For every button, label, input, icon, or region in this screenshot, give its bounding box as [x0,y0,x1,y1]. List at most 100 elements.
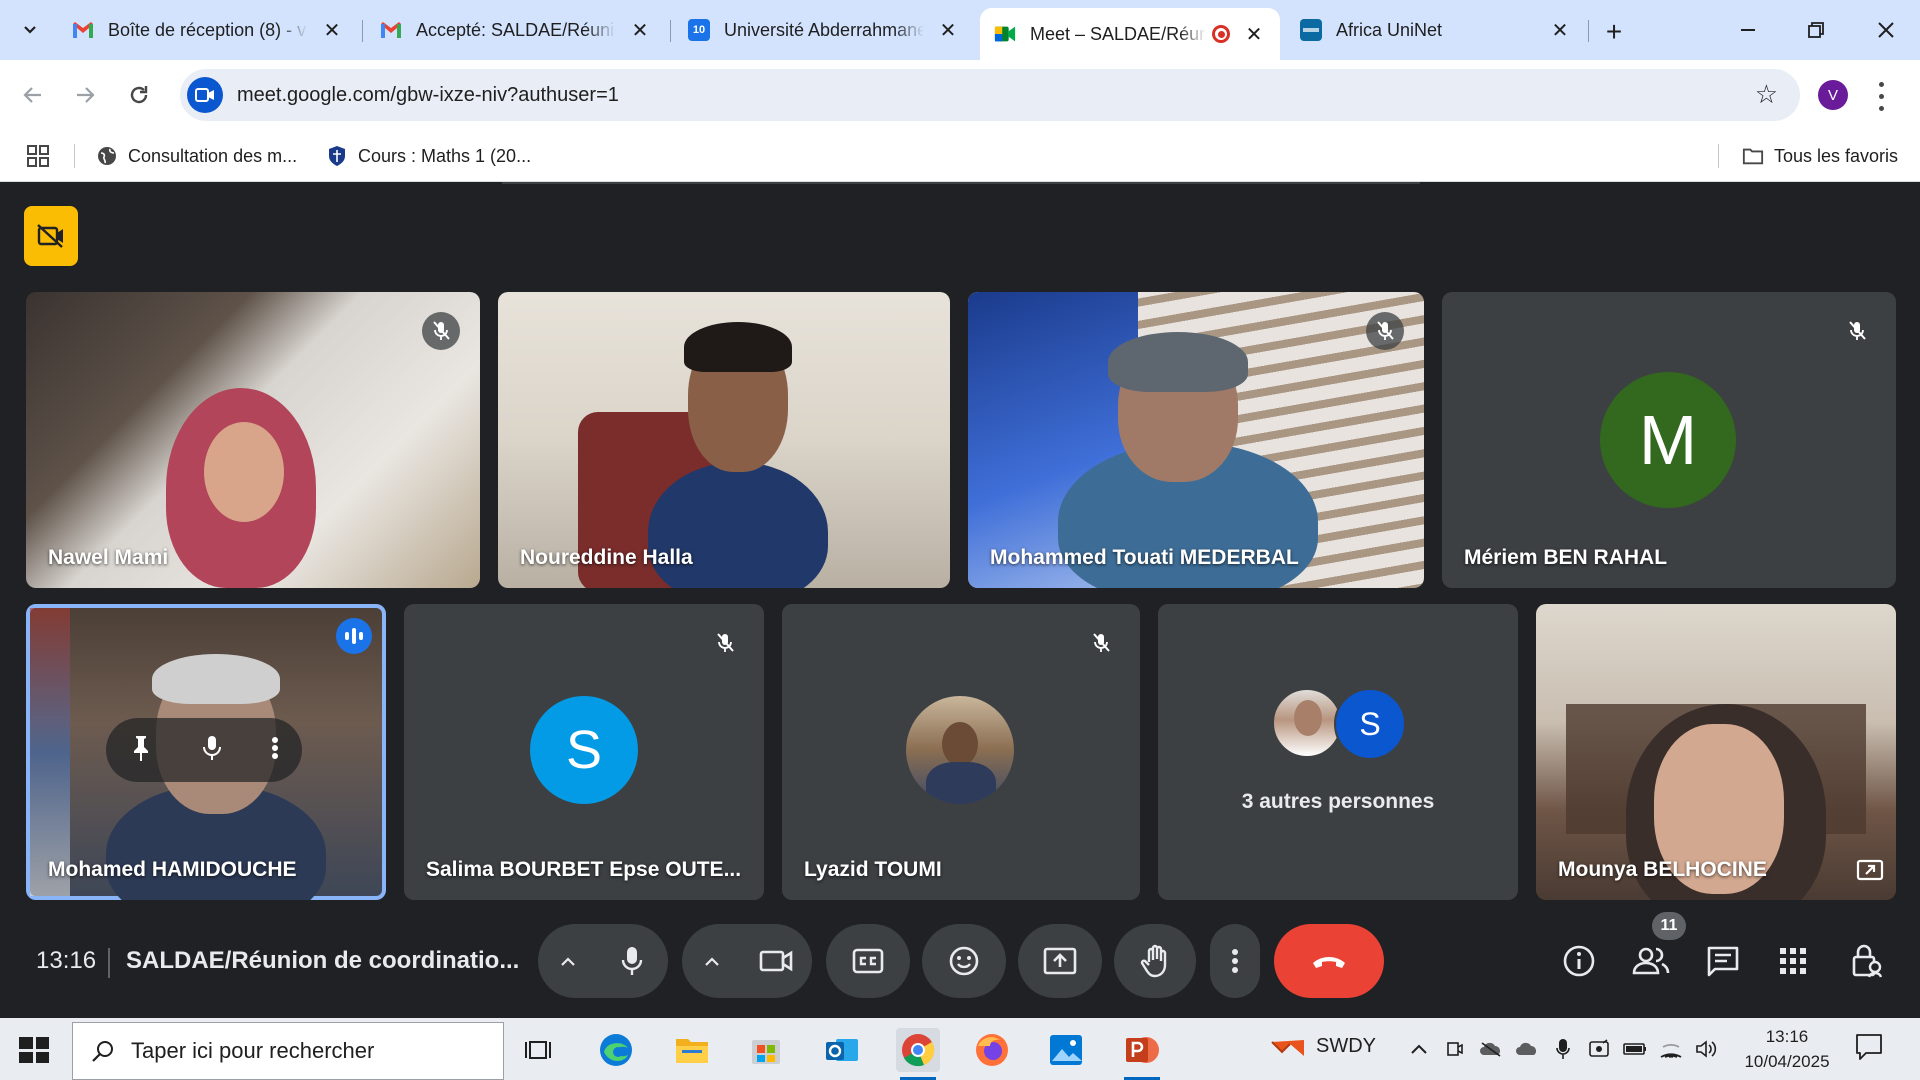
notification-center-button[interactable] [1854,1032,1890,1066]
photos-app[interactable] [1044,1028,1088,1072]
mic-icon [621,947,643,975]
firefox-app[interactable] [970,1028,1014,1072]
mic-off-icon [1082,624,1120,662]
new-tab-button[interactable]: + [1596,14,1632,50]
participant-tile-hamidouche[interactable]: Mohamed HAMIDOUCHE [26,604,386,900]
tab-label: Université Abderrahmane [724,19,924,40]
battery-icon[interactable] [1622,1036,1648,1062]
back-button[interactable] [12,74,54,116]
taskbar-search-box[interactable]: Taper ici pour rechercher [72,1022,504,1080]
audio-settings-chevron-icon[interactable] [539,951,597,972]
raise-hand-button[interactable] [1114,924,1196,998]
profile-avatar[interactable]: V [1818,80,1848,110]
microphone-tray-icon[interactable] [1550,1036,1576,1062]
close-icon[interactable]: ✕ [628,18,652,42]
folder-icon [1742,145,1764,167]
participant-tile-mounya[interactable]: Mounya BELHOCINE [1536,604,1896,900]
powerpoint-app[interactable] [1120,1028,1164,1080]
more-options-icon[interactable] [271,734,279,767]
chevron-down-icon [24,26,36,34]
participant-tile-lyazid[interactable]: Lyazid TOUMI [782,604,1140,900]
apps-button[interactable] [26,140,50,172]
close-icon[interactable]: ✕ [1242,22,1266,46]
stock-trend-icon [1271,1040,1304,1056]
participant-tile-noureddine[interactable]: Noureddine Halla [498,292,950,588]
close-icon[interactable]: ✕ [320,18,344,42]
camera-button[interactable] [741,926,811,996]
host-controls-badge[interactable] [24,206,78,266]
tab-search-button[interactable] [12,12,48,48]
minimize-icon [1741,29,1755,31]
file-explorer-app[interactable] [670,1028,714,1072]
tab-meet[interactable]: Meet – SALDAE/Réun ✕ [980,8,1280,60]
close-window-button[interactable] [1856,8,1916,52]
participant-tile-meriem[interactable]: M Mériem BEN RAHAL [1442,292,1896,588]
mic-button[interactable] [597,926,667,996]
leave-call-button[interactable] [1274,924,1384,998]
onedrive-off-icon[interactable] [1478,1036,1504,1062]
meeting-clock: 13:16 [36,947,97,974]
tab-gmail-accepted[interactable]: Accepté: SALDAE/Réunion ✕ [366,10,666,50]
pin-icon[interactable] [129,734,153,767]
tab-university[interactable]: 10 Université Abderrahmane ✕ [674,10,974,50]
apps-grid-icon [1780,948,1806,974]
edge-app[interactable] [594,1028,638,1072]
meet-tray-icon[interactable] [1442,1036,1468,1062]
globe-icon [96,145,118,167]
emoji-icon [949,946,979,976]
screen-capture-icon[interactable] [1586,1036,1612,1062]
address-bar[interactable]: meet.google.com/gbw-ixze-niv?authuser=1 … [180,69,1800,121]
avatar: M [1600,372,1736,508]
windows-start-button[interactable] [14,1032,54,1068]
mic-icon[interactable] [200,734,224,767]
participant-name: Salima BOURBET Epse OUTE... [426,858,742,881]
more-vert-icon [1232,949,1238,973]
system-clock[interactable]: 13:16 10/04/2025 [1732,1024,1842,1074]
bookmark-star-icon[interactable]: ☆ [1755,81,1778,107]
weather-widget[interactable]: SWDY [1270,1034,1376,1058]
microsoft-store-app[interactable] [744,1028,788,1072]
all-bookmarks-button[interactable]: Tous les favoris [1742,140,1898,172]
captions-button[interactable] [826,924,910,998]
host-controls-button[interactable] [1842,936,1892,986]
url-text[interactable]: meet.google.com/gbw-ixze-niv?authuser=1 [237,84,619,107]
chat-button[interactable] [1698,936,1748,986]
present-screen-button[interactable] [1018,924,1102,998]
close-icon[interactable]: ✕ [1548,18,1572,42]
chrome-app[interactable] [896,1028,940,1080]
arrow-left-icon [23,87,41,103]
forward-button[interactable] [64,74,106,116]
browser-menu-icon[interactable] [1874,78,1888,114]
participant-tile-salima[interactable]: S Salima BOURBET Epse OUTE... [404,604,764,900]
picture-in-picture-icon[interactable] [1856,858,1884,882]
reload-button[interactable] [118,74,160,116]
meeting-details-button[interactable] [1554,936,1604,986]
volume-icon[interactable] [1694,1036,1720,1062]
minimize-button[interactable] [1718,8,1778,52]
avatar-photo [906,696,1014,804]
restore-button[interactable] [1786,8,1846,52]
participant-tile-others[interactable]: S 3 autres personnes [1158,604,1518,900]
participant-tile-nawel[interactable]: Nawel Mami [26,292,480,588]
close-icon[interactable]: ✕ [936,18,960,42]
cloud-icon[interactable] [1514,1036,1540,1062]
apps-grid-icon [27,145,49,167]
participant-tile-mohammed-touati[interactable]: Mohammed Touati MEDERBAL [968,292,1424,588]
outlook-icon [826,1039,858,1061]
calendar-date: 10 [692,24,706,36]
video-settings-chevron-icon[interactable] [683,951,741,972]
wifi-icon[interactable] [1658,1036,1684,1062]
tab-gmail-inbox[interactable]: Boîte de réception (8) - v ✕ [58,10,358,50]
activities-button[interactable] [1768,936,1818,986]
bookmark-cours-maths[interactable]: Cours : Maths 1 (20... [326,140,531,172]
meet-site-icon[interactable] [187,77,223,113]
more-options-button[interactable] [1210,924,1260,998]
bookmark-consultation[interactable]: Consultation des m... [96,140,297,172]
reactions-button[interactable] [922,924,1006,998]
chevron-up-icon[interactable] [1406,1036,1432,1062]
task-view-button[interactable] [516,1028,560,1072]
speaking-indicator-icon [336,618,372,654]
tab-africa-uninet[interactable]: Africa UniNet ✕ [1286,10,1586,50]
outlook-app[interactable] [820,1028,864,1072]
people-button[interactable] [1626,936,1676,986]
